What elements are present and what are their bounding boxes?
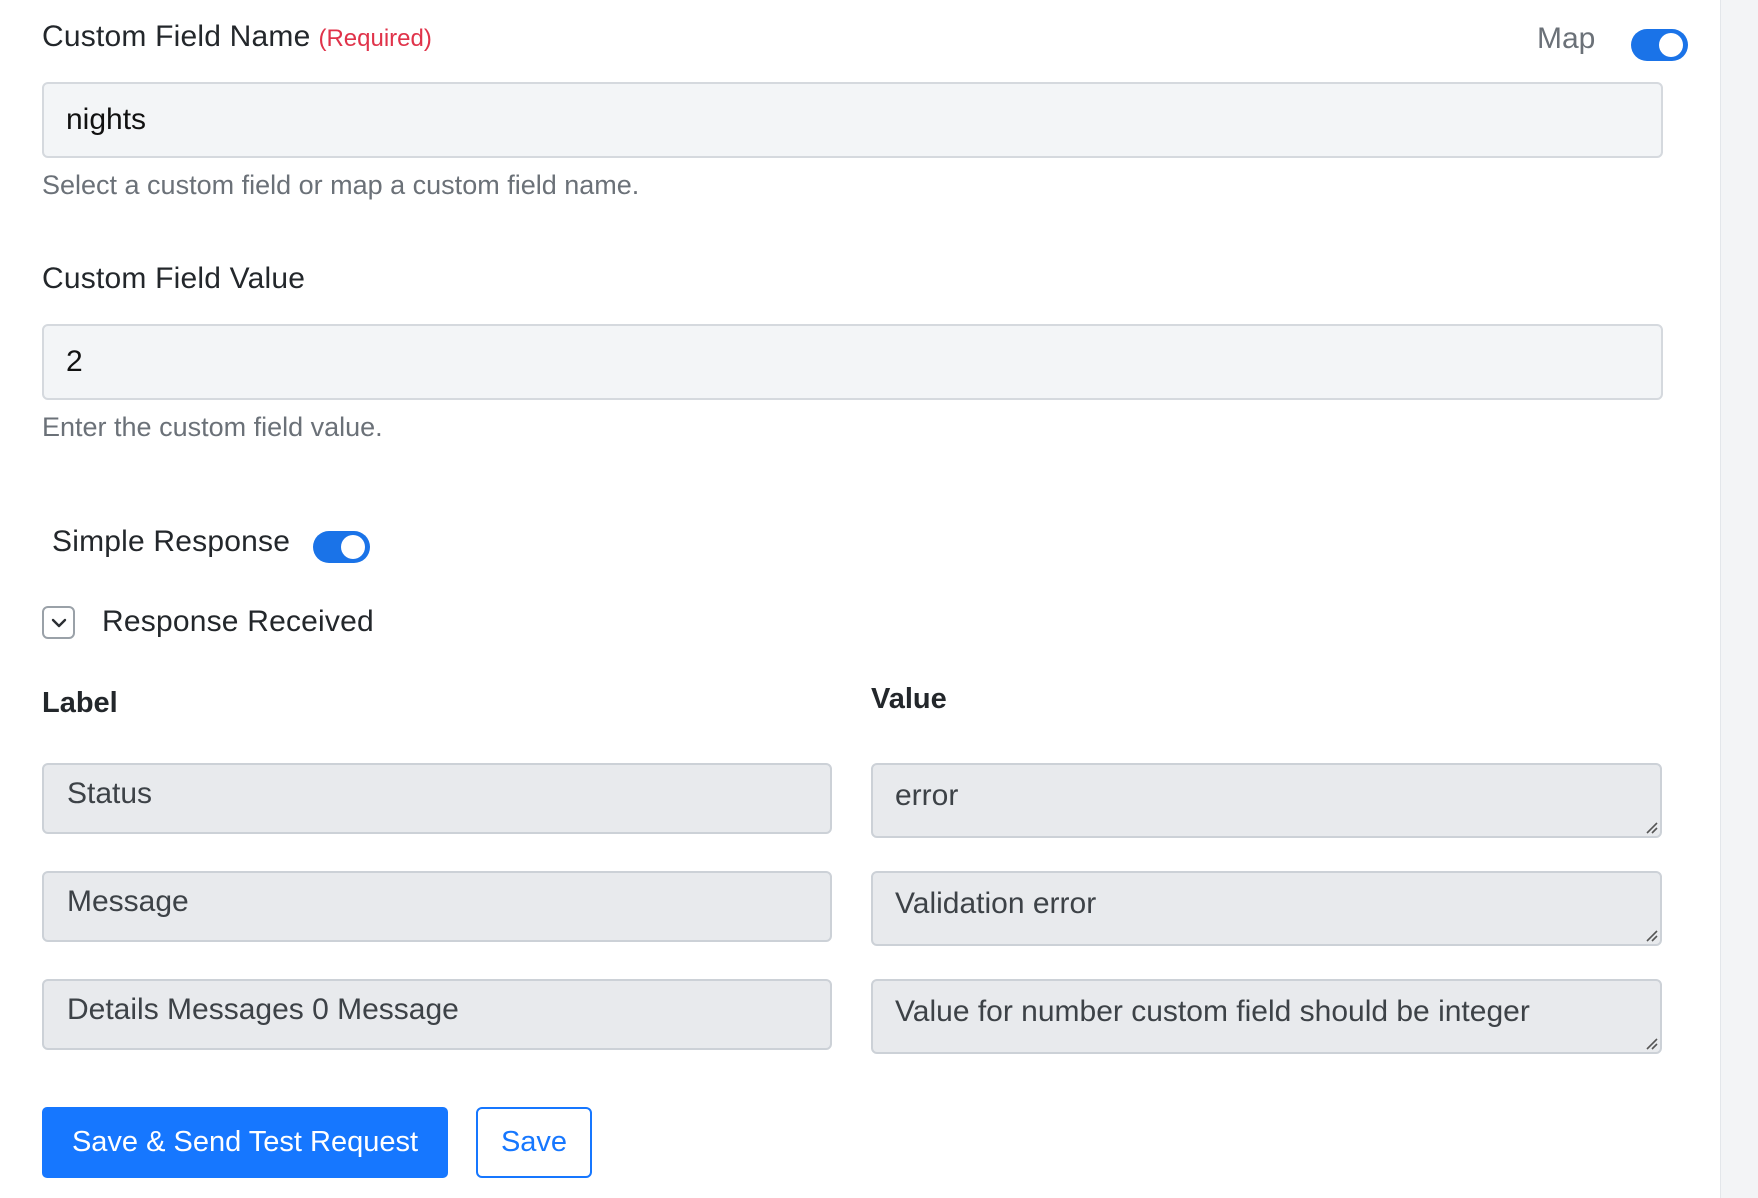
custom-field-value-label: Custom Field Value <box>42 262 306 295</box>
response-value-text: error <box>895 779 959 812</box>
resize-grip-icon[interactable] <box>1644 820 1658 834</box>
value-column-header: Value <box>871 683 947 715</box>
resize-grip-icon[interactable] <box>1644 1036 1658 1050</box>
required-indicator: (Required) <box>318 25 432 52</box>
custom-field-value-value: 2 <box>66 345 83 378</box>
response-label-field: Details Messages 0 Message <box>42 979 832 1050</box>
custom-field-name-label-row: Custom Field Name (Required) <box>42 20 432 54</box>
custom-field-form: Custom Field Name (Required) Map nights S… <box>0 0 1758 1198</box>
simple-response-label: Simple Response <box>52 525 291 558</box>
response-label-text: Details Messages 0 Message <box>67 993 459 1026</box>
response-label-text: Message <box>67 885 189 918</box>
custom-field-name-value: nights <box>66 103 147 136</box>
simple-response-toggle-knob <box>341 535 365 559</box>
scrollbar-track[interactable] <box>1720 0 1758 1198</box>
response-label-text: Status <box>67 777 153 810</box>
map-toggle[interactable] <box>1631 29 1688 61</box>
custom-field-name-help: Select a custom field or map a custom fi… <box>42 170 640 200</box>
map-toggle-knob <box>1659 33 1683 57</box>
custom-field-name-input[interactable]: nights <box>42 82 1663 158</box>
label-column-header: Label <box>42 687 118 719</box>
response-value-textarea[interactable]: Value for number custom field should be … <box>871 979 1662 1054</box>
custom-field-name-label: Custom Field Name <box>42 20 311 53</box>
custom-field-value-input[interactable]: 2 <box>42 324 1663 400</box>
simple-response-toggle[interactable] <box>313 531 370 563</box>
response-received-collapse-button[interactable] <box>42 606 75 639</box>
map-label: Map <box>1537 22 1596 55</box>
response-value-text: Value for number custom field should be … <box>895 995 1530 1028</box>
response-received-label: Response Received <box>102 605 374 638</box>
resize-grip-icon[interactable] <box>1644 928 1658 942</box>
response-label-field: Message <box>42 871 832 942</box>
save-button[interactable]: Save <box>476 1107 592 1178</box>
response-value-textarea[interactable]: error <box>871 763 1662 838</box>
response-value-textarea[interactable]: Validation error <box>871 871 1662 946</box>
custom-field-value-help: Enter the custom field value. <box>42 412 383 442</box>
chevron-down-icon <box>51 618 66 627</box>
save-and-send-test-request-button[interactable]: Save & Send Test Request <box>42 1107 448 1178</box>
response-value-text: Validation error <box>895 887 1097 920</box>
response-label-field: Status <box>42 763 832 834</box>
